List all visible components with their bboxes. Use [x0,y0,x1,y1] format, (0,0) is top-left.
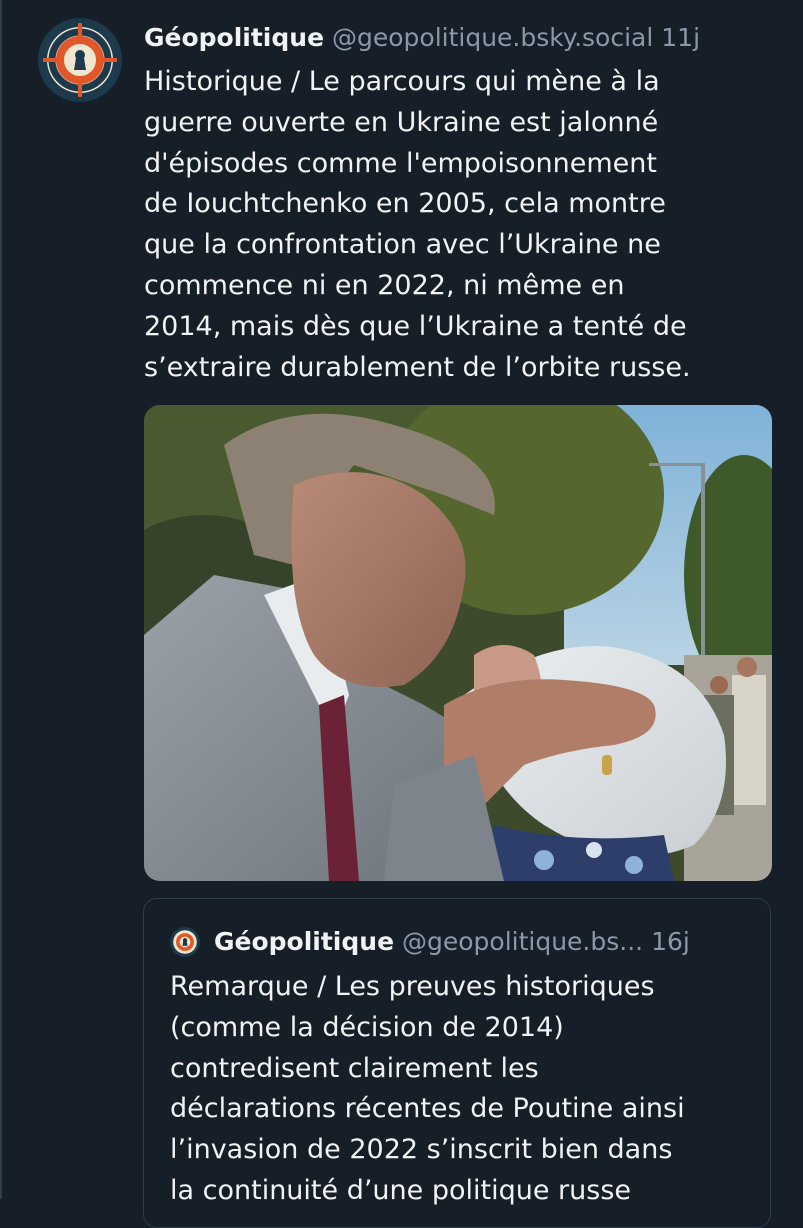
quoted-text-line: la continuité d’une politique russe [170,1174,631,1206]
quoted-author-name[interactable]: Géopolitique [214,927,394,956]
quoted-post-text: Remarque / Les preuves historiques (comm… [170,967,750,1212]
post-text-line: Historique / Le parcours qui mène à la [144,66,660,97]
quoted-text-line: déclarations récentes de Poutine ainsi [170,1093,685,1125]
quoted-post-header: Géopolitique @geopolitique.bs... 16j [214,923,759,961]
author-avatar-icon[interactable] [38,18,122,102]
quoted-author-avatar-icon[interactable] [170,927,200,957]
quoted-post-card[interactable]: Géopolitique @geopolitique.bs... 16j Rem… [143,898,771,1228]
quoted-post-timestamp[interactable]: 16j [651,927,690,956]
author-name[interactable]: Géopolitique [144,23,324,52]
post-text-line: s’extraire durablement de l’orbite russe… [144,351,691,383]
post-text-line: d'épisodes comme l'empoisonnement [144,147,657,179]
post-text-line: de Iouchtchenko en 2005, cela montre [144,188,666,220]
post-text-line: 2014, mais dès que l’Ukraine a tenté de [144,310,687,342]
post[interactable]: Géopolitique @geopolitique.bsky.social 1… [0,0,803,1228]
quoted-author-handle[interactable]: @geopolitique.bs... [402,927,643,956]
post-image[interactable] [144,405,772,881]
quoted-text-line: contredisent clairement les [170,1052,539,1084]
keyhole-target-logo-icon [170,927,200,957]
keyhole-target-logo-icon [38,18,122,102]
post-text-line: commence ni en 2022, ni même en [144,269,625,301]
post-timestamp[interactable]: 11j [661,23,700,52]
quoted-text-line: l’invasion de 2022 s’inscrit bien dans [170,1134,673,1166]
post-text: Historique / Le parcours qui mène à la g… [144,62,764,388]
quoted-text-line: (comme la décision de 2014) [170,1011,564,1043]
author-handle[interactable]: @geopolitique.bsky.social [332,23,653,52]
embedded-photo [144,405,772,881]
post-text-line: que la confrontation avec l’Ukraine ne [144,229,661,261]
post-text-line: guerre ouverte en Ukraine est jalonné [144,106,659,138]
post-header: Géopolitique @geopolitique.bsky.social 1… [144,18,803,58]
quoted-text-line: Remarque / Les preuves historiques [170,971,655,1002]
